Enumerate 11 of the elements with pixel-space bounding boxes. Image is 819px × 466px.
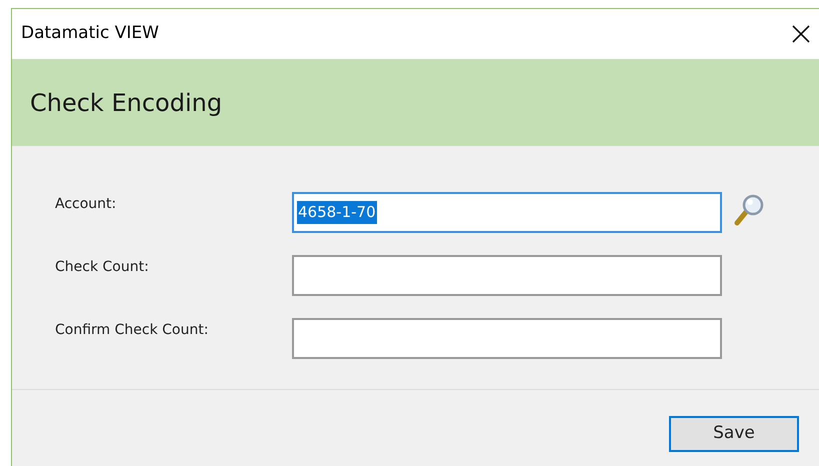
field-label: Confirm Check Count: <box>55 321 210 340</box>
input-field[interactable]: 4658-1-70 <box>292 192 722 233</box>
window-title: Datamatic VIEW <box>21 22 159 46</box>
input-field[interactable] <box>292 318 722 359</box>
save-button[interactable]: Save <box>669 416 799 452</box>
field-value: 4658-1-70 <box>297 201 377 224</box>
input-field[interactable] <box>292 255 722 296</box>
field-label: Check Count: <box>55 258 150 277</box>
close-icon[interactable] <box>791 24 811 44</box>
field-label: Account: <box>55 195 118 214</box>
header-title: Check Encoding <box>30 88 222 118</box>
